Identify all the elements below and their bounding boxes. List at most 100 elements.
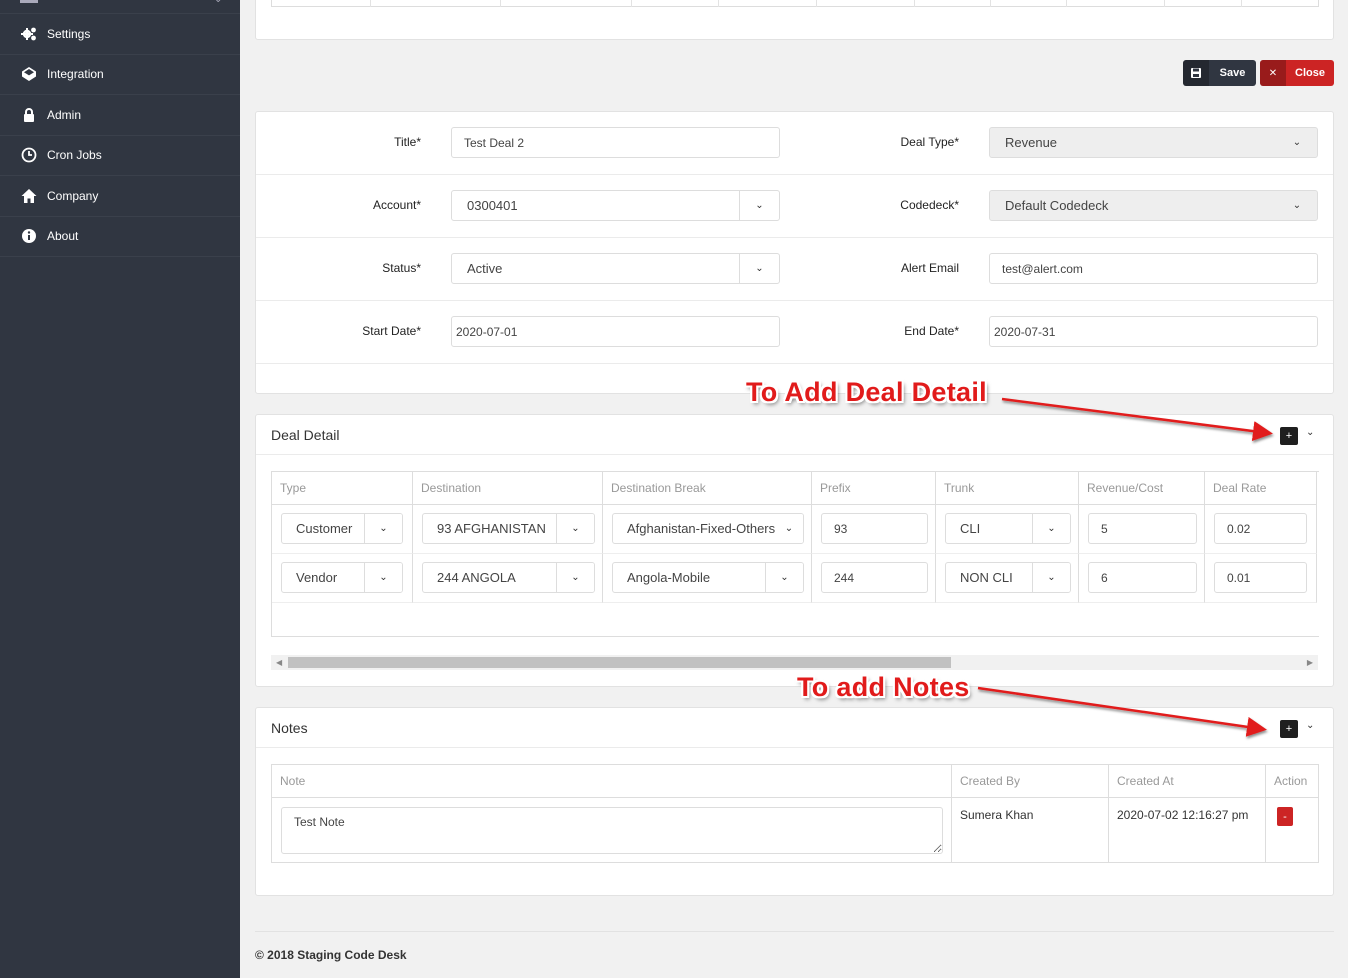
notes-table: Note Created By Created At Action Sumera… [271,764,1319,863]
status-value: Active [467,261,503,276]
chevron-down-icon: ⌄ [364,514,402,543]
chevron-down-icon: ⌄ [1292,137,1302,148]
chevron-down-icon: ⌄ [556,563,594,592]
sidebar-item-admin[interactable]: Admin [0,95,240,136]
form-row-status: Status* Active ⌄ Alert Email test@alert.… [256,238,1333,301]
sidebar-item-label: Company [47,188,99,203]
close-button[interactable]: ✕ Close [1260,60,1334,86]
trunk-value: CLI [960,521,981,536]
note-textarea[interactable] [281,807,943,854]
times-icon: ✕ [1260,60,1286,86]
sidebar: ⌄ Settings Integration Admin Cron Jobs C… [0,0,240,978]
account-label: Account* [372,198,421,212]
deal-detail-title: Deal Detail [271,427,340,443]
column-header: Revenue/Cost [1079,472,1205,505]
sidebar-item-label: Settings [47,26,91,41]
chevron-down-icon[interactable]: ⌄ [1306,427,1314,438]
form-row-dates: Start Date* 2020-07-01 End Date* 2020-07… [256,301,1333,364]
prefix-input[interactable]: 244 [821,562,928,593]
sidebar-item-label: Cron Jobs [47,148,102,163]
column-header: Created By [952,765,1109,798]
destination-break-select[interactable]: Afghanistan-Fixed-Others ⌄ [612,513,804,544]
deal-rate-input[interactable]: 0.02 [1214,513,1307,544]
type-select[interactable]: Vendor ⌄ [281,562,403,593]
chevron-down-icon[interactable]: ⌄ [1306,720,1314,731]
sidebar-item-settings[interactable]: Settings [0,14,240,55]
chevron-down-icon: ⌄ [1032,563,1070,592]
destination-select[interactable]: 244 ANGOLA ⌄ [422,562,595,593]
sidebar-item-label: Integration [47,67,104,82]
sidebar-item-integration[interactable]: Integration [0,55,240,95]
scroll-right-icon[interactable]: ▶ [1307,655,1313,670]
chevron-icon: ⌄ [214,0,222,5]
table-cell: 2020-07-02 12:16:27 pm [1109,798,1266,862]
sidebar-item-about[interactable]: About [0,217,240,257]
footer-copyright: © 2018 Staging Code Desk [255,948,407,962]
alert-email-input[interactable]: test@alert.com [989,253,1318,284]
start-date-input[interactable]: 2020-07-01 [451,316,780,347]
notes-panel: Notes + ⌄ Note Created By Created At Act… [255,707,1334,896]
sidebar-stub-icon [20,0,38,3]
sidebar-item-cron-jobs[interactable]: Cron Jobs [0,136,240,176]
add-note-button[interactable]: + [1280,720,1298,738]
revenue-cost-input[interactable]: 5 [1088,513,1197,544]
destination-select[interactable]: 93 AFGHANISTAN ⌄ [422,513,595,544]
annotation-add-deal-detail: To Add Deal Detail [746,377,987,407]
add-deal-detail-button[interactable]: + [1280,427,1298,445]
horizontal-scrollbar[interactable]: ◀ ▶ [271,655,1318,670]
revenue-cost-input[interactable]: 6 [1088,562,1197,593]
scroll-left-icon[interactable]: ◀ [276,655,282,670]
delete-note-button[interactable]: - [1277,807,1293,826]
table-cell: - [1266,798,1318,862]
codedeck-select[interactable]: Default Codedeck ⌄ [989,190,1318,221]
sidebar-item-label: About [47,229,79,244]
account-select[interactable]: 0300401 ⌄ [451,190,780,221]
end-date-input[interactable]: 2020-07-31 [989,316,1318,347]
title-input[interactable]: Test Deal 2 [451,127,780,158]
trunk-select[interactable]: NON CLI ⌄ [945,562,1071,593]
deal-type-label: Deal Type* [900,135,959,149]
deal-rate-input[interactable]: 0.01 [1214,562,1307,593]
trunk-select[interactable]: CLI ⌄ [945,513,1071,544]
table-cell: Sumera Khan [952,798,1109,862]
column-header: Destination [413,472,603,505]
created-by: Sumera Khan [960,808,1034,822]
destination-break-select[interactable]: Angola-Mobile ⌄ [612,562,804,593]
form-row-title: Title* Test Deal 2 Deal Type* Revenue ⌄ [256,112,1333,175]
status-select[interactable]: Active ⌄ [451,253,780,284]
account-value: 0300401 [467,198,518,213]
save-button[interactable]: Save [1183,60,1256,86]
status-label: Status* [382,261,421,275]
chevron-down-icon: ⌄ [556,514,594,543]
scrollbar-thumb[interactable] [288,657,951,668]
codepen-icon [20,65,38,83]
deal-detail-table: Type Destination Destination Break Prefi… [271,471,1319,637]
column-header: Note [272,765,952,798]
sidebar-item-company[interactable]: Company [0,176,240,217]
sidebar-top-stub: ⌄ [0,0,240,14]
deal-form-panel: Title* Test Deal 2 Deal Type* Revenue ⌄ … [255,111,1334,394]
column-header: Created At [1109,765,1266,798]
prefix-input[interactable]: 93 [821,513,928,544]
destination-value: 93 AFGHANISTAN [437,521,546,536]
deal-type-select[interactable]: Revenue ⌄ [989,127,1318,158]
start-date-label: Start Date* [362,324,421,338]
floppy-icon [1183,60,1209,86]
home-icon [20,187,38,205]
previous-table-panel [255,0,1334,40]
notes-title: Notes [271,720,308,736]
deal-detail-panel: Deal Detail + ⌄ Type Destination Destina… [255,414,1334,687]
lock-icon [20,106,38,124]
deal-type-value: Revenue [1005,135,1058,150]
column-header: Type [272,472,413,505]
chevron-down-icon: ⌄ [364,563,402,592]
trunk-value: NON CLI [960,570,1013,585]
close-label: Close [1295,67,1325,79]
type-select[interactable]: Customer ⌄ [281,513,403,544]
type-value: Vendor [296,570,338,585]
chevron-down-icon: ⌄ [1292,200,1302,211]
footer-divider [255,931,1334,932]
codedeck-value: Default Codedeck [1005,198,1109,213]
title-label: Title* [394,135,421,149]
column-header: Action [1266,765,1318,798]
